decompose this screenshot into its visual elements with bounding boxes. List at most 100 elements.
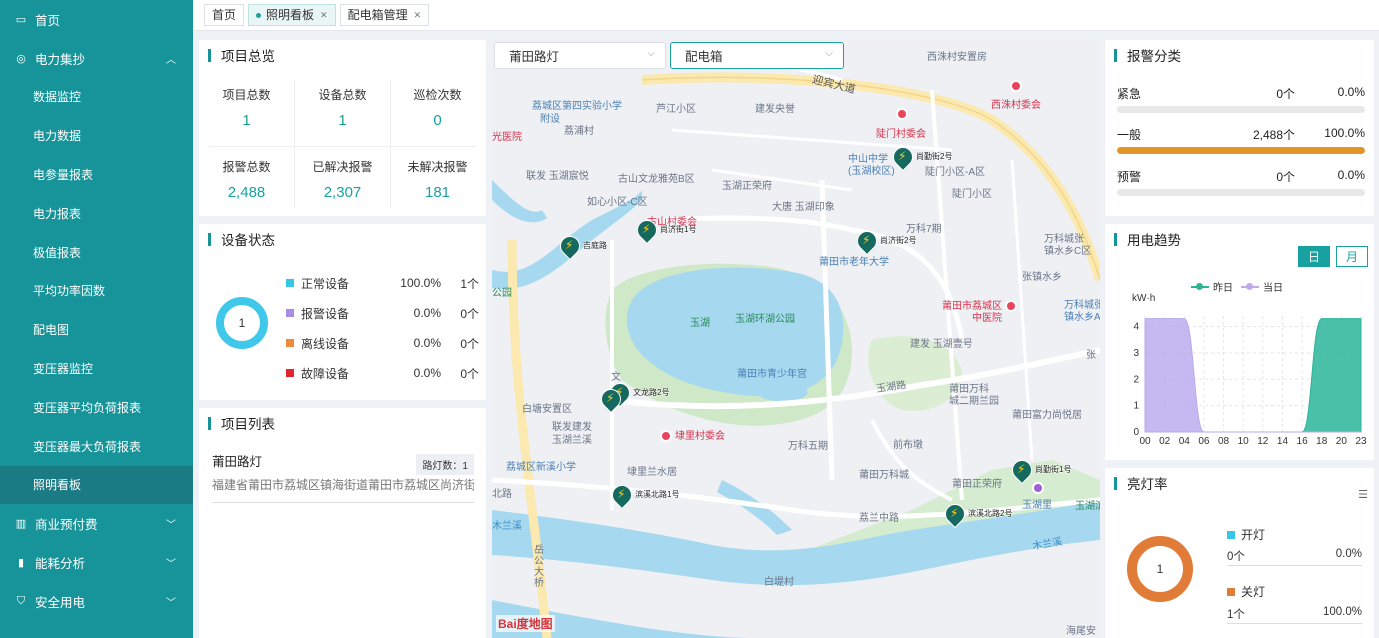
tab-bar: 首页 照明看板 ✕ 配电箱管理 ✕ (193, 0, 1379, 31)
map-label: 张镇水乡 (1022, 272, 1062, 283)
sidebar-item[interactable]: ◎ 电力集抄 ︿ (0, 39, 193, 78)
pin-label: 文龙路2号 (633, 388, 670, 397)
day-button[interactable]: 日 (1298, 246, 1330, 267)
project-select[interactable]: 莆田路灯 ⌵ (494, 42, 666, 69)
legend-name: 开灯 (1241, 528, 1266, 542)
stat-value: 2,488 (227, 184, 266, 201)
sidebar-item[interactable]: 电力数据 (0, 116, 193, 155)
map-label: 玉湖正荣府 (722, 181, 772, 192)
sidebar-item-label: 极值报表 (33, 245, 82, 260)
map-label: 建发央誉 (755, 104, 795, 115)
sidebar-item[interactable]: 变压器监控 (0, 349, 193, 388)
legend-alarm: 报警设备 0.0% 0个 (286, 305, 481, 321)
lightning-icon: ⚡ (862, 233, 871, 247)
alarm-bar-normal (1117, 147, 1365, 154)
sidebar-item-label: 商业预付费 (35, 518, 98, 533)
x-tick-label: 08 (1218, 436, 1230, 447)
legend-swatch (286, 369, 294, 377)
sidebar-item-label: 电力报表 (33, 206, 82, 221)
lightning-icon: ⚡ (565, 238, 574, 252)
month-button[interactable]: 月 (1336, 246, 1368, 267)
project-list-panel: 项目列表 莆田路灯 路灯数：1 福建省莆田市荔城区镇海街道莆田市荔城区尚济街 (199, 408, 486, 638)
sidebar-item-label: 变压器最大负荷报表 (33, 439, 142, 454)
map-view[interactable]: 莆田路灯 ⌵ 配电箱 ⌵ 西洙村安置房 西洙村委会 迎宾大道 荔城区第四实验小学 附… (492, 40, 1100, 638)
lamp-pin[interactable]: ⚡ 尚济街2号 (852, 226, 916, 256)
map-label: 镇水乡A (1064, 312, 1100, 323)
lamp-pin[interactable]: ⚡ 尚勤街1号 (1007, 455, 1071, 485)
x-tick-label: 10 (1238, 436, 1250, 447)
legend-fault: 故障设备 0.0% 0个 (286, 365, 481, 381)
sidebar-item[interactable]: 电力报表 (0, 194, 193, 233)
sidebar-item[interactable]: 变压器最大负荷报表 (0, 427, 193, 466)
map-label: 万科五期 (788, 441, 828, 452)
sidebar-item[interactable]: 照明看板 (0, 465, 193, 505)
sidebar-item[interactable]: ⛉ 安全用电 ﹀ (0, 582, 193, 621)
alarm-class-panel: 报警分类 紧急 0个 0.0% 一般 2,488个 100.0% 预警 0个 0.0% (1105, 40, 1374, 216)
sidebar: ▭ 首页 ◎ 电力集抄 ︿ 数据监控 电力数据 电参量报表 电力报表 极值报表 平均功率因数 配电图变… (0, 0, 193, 638)
map-label: 玉湖 (690, 318, 710, 329)
lamp-pin[interactable]: ⚡ 尚济街1号 (632, 215, 696, 245)
map-label: 荔城区新溪小学 (506, 462, 576, 473)
map-label: 万科7期 (906, 224, 942, 235)
lamp-pin[interactable]: ⚡ 滨溪北路1号 (607, 480, 679, 510)
light-rate-donut: 1 (1127, 536, 1193, 602)
close-icon[interactable]: ✕ (320, 5, 328, 25)
stat-value: 0 (433, 112, 442, 129)
x-tick-label: 18 (1316, 436, 1328, 447)
filter-icon[interactable]: ☰ (1358, 488, 1368, 501)
pin-label: 尚济街1号 (660, 225, 697, 234)
map-label: 大唐 玉湖印象 (772, 202, 835, 213)
close-icon[interactable]: ✕ (414, 5, 422, 25)
legend-today: 当日 (1263, 283, 1283, 294)
divider (294, 80, 295, 208)
chevron-up-icon: ︿ (166, 54, 176, 66)
tab-lighting-board[interactable]: 照明看板 ✕ (248, 4, 336, 26)
legend-pct: 0.0% (413, 366, 441, 380)
poi-marker-icon (660, 430, 672, 442)
legend-offline: 离线设备 0.0% 0个 (286, 335, 481, 351)
map-label: 玉湖兰溪 (552, 435, 592, 446)
bar-chart-icon: ▮ (17, 557, 25, 570)
map-label: 木兰溪 (492, 521, 522, 532)
sidebar-item[interactable]: ▥ 商业预付费 ﹀ (0, 504, 193, 543)
x-tick-label: 06 (1198, 436, 1210, 447)
sidebar-item[interactable]: 配电图 (0, 310, 193, 349)
sidebar-item[interactable]: 平均功率因数 (0, 272, 193, 311)
sidebar-item[interactable]: 极值报表 (0, 233, 193, 272)
sidebar-item[interactable]: 电参量报表 (0, 155, 193, 194)
device-status-panel: 设备状态 1 正常设备 100.0% 1个 报警设备 0.0% 0个 离线设备 0.0% 0… (199, 224, 486, 400)
sidebar-item[interactable]: ▮ 能耗分析 ﹀ (0, 543, 193, 582)
legend-pct: 100.0% (400, 276, 441, 290)
stat-project-total: 项目总数 1 (199, 86, 294, 129)
alarm-bar-warning (1117, 189, 1365, 196)
device-status-title: 设备状态 (208, 231, 275, 248)
lamp-pin[interactable]: ⚡ (596, 384, 626, 414)
map-label: 玉湖环湖公园 (735, 314, 795, 325)
device-type-select[interactable]: 配电箱 ⌵ (670, 42, 844, 69)
off-row: 1个 100.0% (1227, 606, 1362, 624)
map-label: 光医院 (492, 132, 522, 143)
tab-home[interactable]: 首页 (204, 4, 245, 26)
legend-count: 0个 (460, 306, 479, 321)
tab-distribution-box[interactable]: 配电箱管理 ✕ (339, 4, 430, 26)
map-label: 芦江小区 (656, 104, 696, 115)
sidebar-item[interactable]: 数据监控 (0, 78, 193, 117)
monitor-icon: ▭ (15, 13, 27, 26)
chevron-down-icon: ⌵ (825, 48, 833, 59)
sidebar-item-label: 电参量报表 (33, 168, 94, 183)
lamp-count-badge: 路灯数：1 (416, 454, 474, 475)
shield-icon: ⛉ (16, 594, 26, 607)
lamp-pin[interactable]: ⚡ 滨溪北路2号 (940, 499, 1012, 529)
legend-swatch (1227, 530, 1235, 539)
lamp-pin[interactable]: ⚡ 尚勤街2号 (888, 142, 952, 172)
project-list-item[interactable]: 莆田路灯 路灯数：1 福建省莆田市荔城区镇海街道莆田市荔城区尚济街 (212, 451, 474, 503)
active-dot-icon (256, 12, 262, 18)
sidebar-item-label: 首页 (35, 13, 61, 28)
lamp-pin[interactable]: ⚡ 吉庭路 (555, 231, 607, 261)
stat-value: 2,307 (323, 184, 362, 201)
gauge-icon: ◎ (16, 52, 26, 65)
sidebar-item[interactable]: ▭ 首页 (0, 0, 193, 39)
stat-label: 报警总数 (222, 160, 271, 174)
donut-center-value: 1 (239, 316, 246, 330)
sidebar-item[interactable]: 变压器平均负荷报表 (0, 388, 193, 427)
